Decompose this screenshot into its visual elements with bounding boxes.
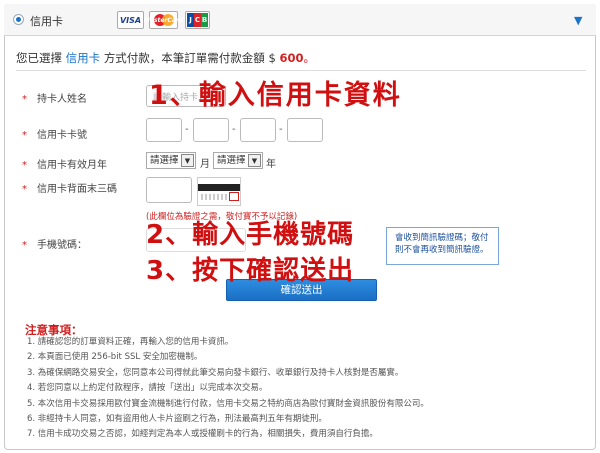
expiry-month-unit: 月	[200, 159, 210, 170]
card-number-input-4[interactable]	[287, 118, 323, 142]
expiry-month-value: 請選擇	[150, 155, 179, 166]
card-number-input-3[interactable]	[240, 118, 276, 142]
annotation-step-3: 3、按下確認送出	[146, 256, 355, 286]
annotation-step-2: 2、輸入手機號碼	[146, 220, 355, 250]
credit-card-radio[interactable]	[13, 14, 24, 25]
payment-method-header[interactable]	[4, 4, 596, 36]
card-number-label: * 信用卡卡號	[22, 130, 87, 141]
cvv-input[interactable]	[146, 177, 192, 203]
mastercard-logo: MasterCard	[144, 11, 183, 29]
divider	[16, 70, 586, 71]
card-number-dash: -	[185, 124, 189, 135]
card-number-dash: -	[232, 124, 236, 135]
sms-info-line: 則不會再收到簡訊驗證。	[395, 245, 489, 255]
payment-method-label: 信用卡	[30, 15, 63, 28]
summary-suffix: 。	[303, 51, 315, 65]
card-back-icon	[197, 177, 241, 206]
notice-item: 4. 若您同意以上約定付款程序，請按「送出」以完成本次交易。	[27, 383, 268, 394]
sms-info-line: 會收到簡訊驗證碼；敬付	[395, 233, 489, 243]
annotation-step-1: 1、輸入信用卡資料	[149, 80, 402, 111]
payment-summary: 您已選擇 信用卡 方式付款，本筆訂單需付款金額 $ 600。	[16, 50, 315, 66]
expiry-year-select[interactable]: 請選擇 ▼	[213, 152, 263, 169]
expiry-month-select[interactable]: 請選擇 ▼	[146, 152, 196, 169]
summary-prefix: 您已選擇	[16, 51, 62, 65]
notice-item: 3. 為確保網路交易安全，您同意本公司得就此筆交易向發卡銀行、收單銀行及持卡人核…	[27, 367, 404, 378]
card-number-input-1[interactable]	[146, 118, 182, 142]
notice-item: 5. 本次信用卡交易採用歐付寶金流機制進行付款，信用卡交易之特約商店為歐付寶財金…	[27, 398, 429, 409]
expiry-label: * 信用卡有效月年	[22, 160, 107, 171]
card-number-dash: -	[279, 124, 283, 135]
expiry-year-value: 請選擇	[217, 155, 246, 166]
summary-middle: 方式付款，本筆訂單需付款金額 $	[103, 51, 276, 65]
cardholder-name-label: * 持卡人姓名	[22, 94, 87, 105]
visa-logo: VISA	[117, 11, 144, 29]
phone-label: * 手機號碼：	[22, 240, 87, 251]
jcb-logo: JCB	[185, 11, 210, 29]
summary-method: 信用卡	[65, 51, 101, 65]
select-arrow-icon: ▼	[248, 154, 261, 167]
notice-list: 1. 請確認您的訂單資料正確，再輸入您的信用卡資訊。 2. 本頁面已使用 256…	[27, 335, 429, 443]
expiry-year-unit: 年	[266, 159, 276, 170]
card-number-input-2[interactable]	[193, 118, 229, 142]
sms-info-tooltip: 會收到簡訊驗證碼；敬付 則不會再收到簡訊驗證。	[386, 227, 499, 265]
notice-item: 2. 本頁面已使用 256-bit SSL 安全加密機制。	[27, 352, 203, 363]
select-arrow-icon: ▼	[181, 154, 194, 167]
summary-amount: 600	[279, 51, 304, 65]
notice-item: 1. 請確認您的訂單資料正確，再輸入您的信用卡資訊。	[27, 337, 234, 347]
notice-item: 6. 非經持卡人同意，如有盜用他人卡片盜刷之行為，刑法最高判五年有期徒刑。	[27, 414, 327, 425]
mastercard-logo-text: MasterCard	[143, 16, 184, 24]
cvv-label: * 信用卡背面末三碼	[22, 184, 117, 195]
notice-item: 7. 信用卡成功交易之否認，如經判定為本人或授權刷卡的行為，相關損失，費用須自行…	[27, 429, 378, 440]
chevron-down-icon[interactable]: ▼	[574, 14, 582, 27]
